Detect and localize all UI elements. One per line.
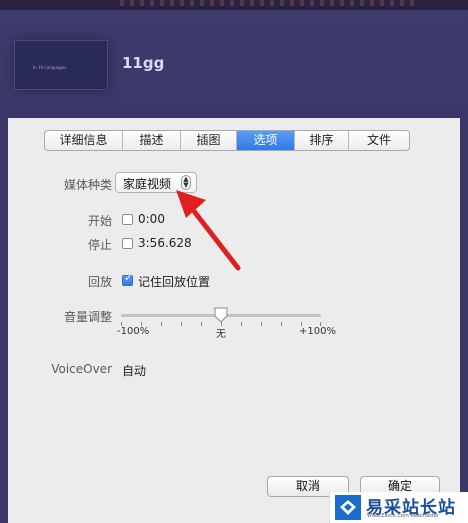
- stop-label: 停止: [87, 238, 112, 252]
- start-time-value[interactable]: 0:00: [138, 212, 165, 226]
- artwork-thumbnail: In 19 Languages: [14, 40, 108, 90]
- watermark: 易采站长站 Www.Easck.Com Webmaster: [329, 492, 468, 523]
- item-title: 11gg: [122, 54, 165, 72]
- tab-bar: 详细信息 描述 插图 选项 排序 文件: [44, 130, 410, 151]
- volume-min-label: -100%: [117, 326, 150, 337]
- voiceover-label: VoiceOver: [51, 362, 112, 376]
- media-kind-value: 家庭视频: [123, 177, 172, 191]
- sheet-bottom: [8, 510, 328, 523]
- site-logo-icon: [335, 495, 361, 520]
- tab-sorting[interactable]: 排序: [295, 131, 349, 150]
- start-checkbox[interactable]: [122, 214, 133, 225]
- volume-max-label: +100%: [299, 326, 336, 337]
- volume-mid-label: 无: [216, 329, 226, 340]
- top-strip: [0, 0, 468, 10]
- media-kind-label: 媒体种类: [63, 178, 112, 192]
- voiceover-value[interactable]: 自动: [122, 362, 146, 379]
- start-label: 开始: [87, 214, 112, 228]
- stop-checkbox[interactable]: [122, 238, 133, 249]
- thumbnail-caption: In 19 Languages: [33, 65, 67, 70]
- annotation-arrow-icon: [176, 190, 241, 271]
- playback-label: 回放: [87, 275, 112, 289]
- volume-slider-thumb[interactable]: [214, 307, 228, 323]
- tab-details[interactable]: 详细信息: [45, 131, 123, 150]
- remember-position-checkbox[interactable]: [122, 273, 133, 286]
- window-frame: In 19 Languages 11gg 详细信息 描述 插图 选项 排序 文件…: [0, 0, 468, 523]
- watermark-subtext: Www.Easck.Com Webmaster: [367, 513, 439, 519]
- tab-options[interactable]: 选项: [237, 131, 295, 150]
- tab-artwork[interactable]: 插图: [181, 131, 237, 150]
- item-header: In 19 Languages 11gg: [0, 10, 468, 118]
- volume-label: 音量调整: [63, 310, 112, 324]
- tab-file[interactable]: 文件: [349, 131, 409, 150]
- tab-description[interactable]: 描述: [123, 131, 181, 150]
